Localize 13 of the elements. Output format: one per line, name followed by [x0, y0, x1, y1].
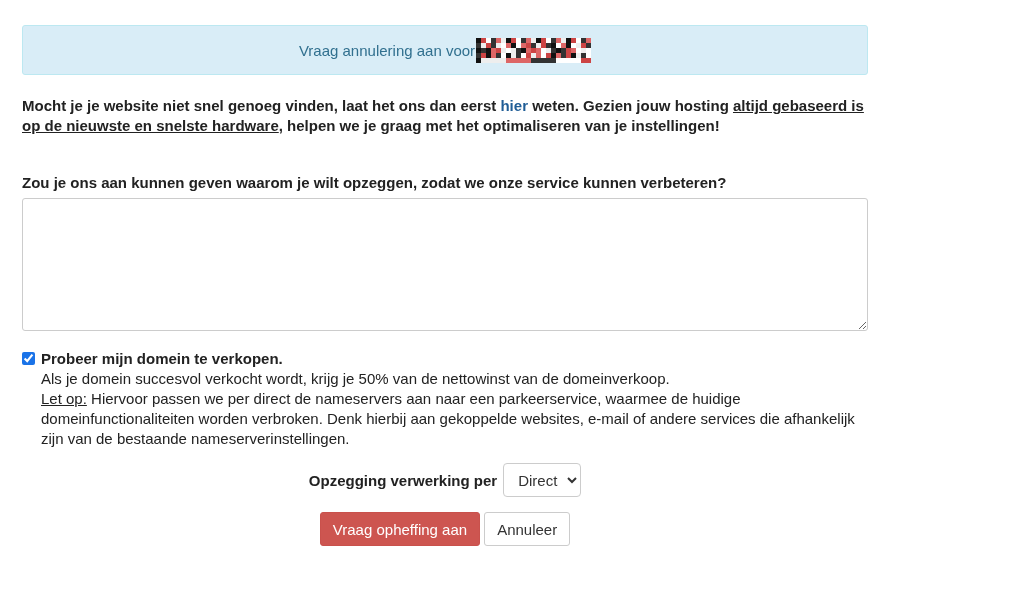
- intro-paragraph: Mocht je je website niet snel genoeg vinden, laat het ons dan eerst hier weten. Gezien jouw hosting altijd gebaseerd is op de nieuwste en snelste hardware, helpen we je graag met het optimaliseren van je instellingen!: [22, 96, 865, 136]
- note-text: Als je domein succesvol verkocht wordt, krijg je 50% van de nettowinst van de domeinverkoop.: [41, 369, 671, 389]
- reason-label: Zou je ons aan kunnen geven waarom je wilt opzeggen, zodat we onze service kunnen verbeteren?: [22, 174, 728, 191]
- checkbox-label: Probeer mijn domein te verkopen.: [41, 349, 284, 369]
- reason-field[interactable]: [22, 198, 868, 331]
- sell-domain-checkbox[interactable]: [22, 352, 35, 365]
- request-button[interactable]: Vraag opheffing aan: [319, 512, 481, 546]
- processing-select[interactable]: Direct: [503, 463, 582, 497]
- processing-label: Opzegging verwerking per: [308, 471, 498, 489]
- alert-text: Vraag annulering aan voor: [298, 41, 476, 59]
- here-link[interactable]: hier: [500, 97, 528, 114]
- note-text: Let op: Hiervoor passen we per direct de nameservers aan naar een parkeerservice, waarmee de huidige domeinfunctionaliteiten worden verbroken. Denk hierbij aan gekoppelde websites, e-mail of andere services die afhankelijk zijn van de bestaande nameserverinstellingen.: [41, 389, 856, 449]
- cancel-button[interactable]: Annuleer: [484, 512, 571, 546]
